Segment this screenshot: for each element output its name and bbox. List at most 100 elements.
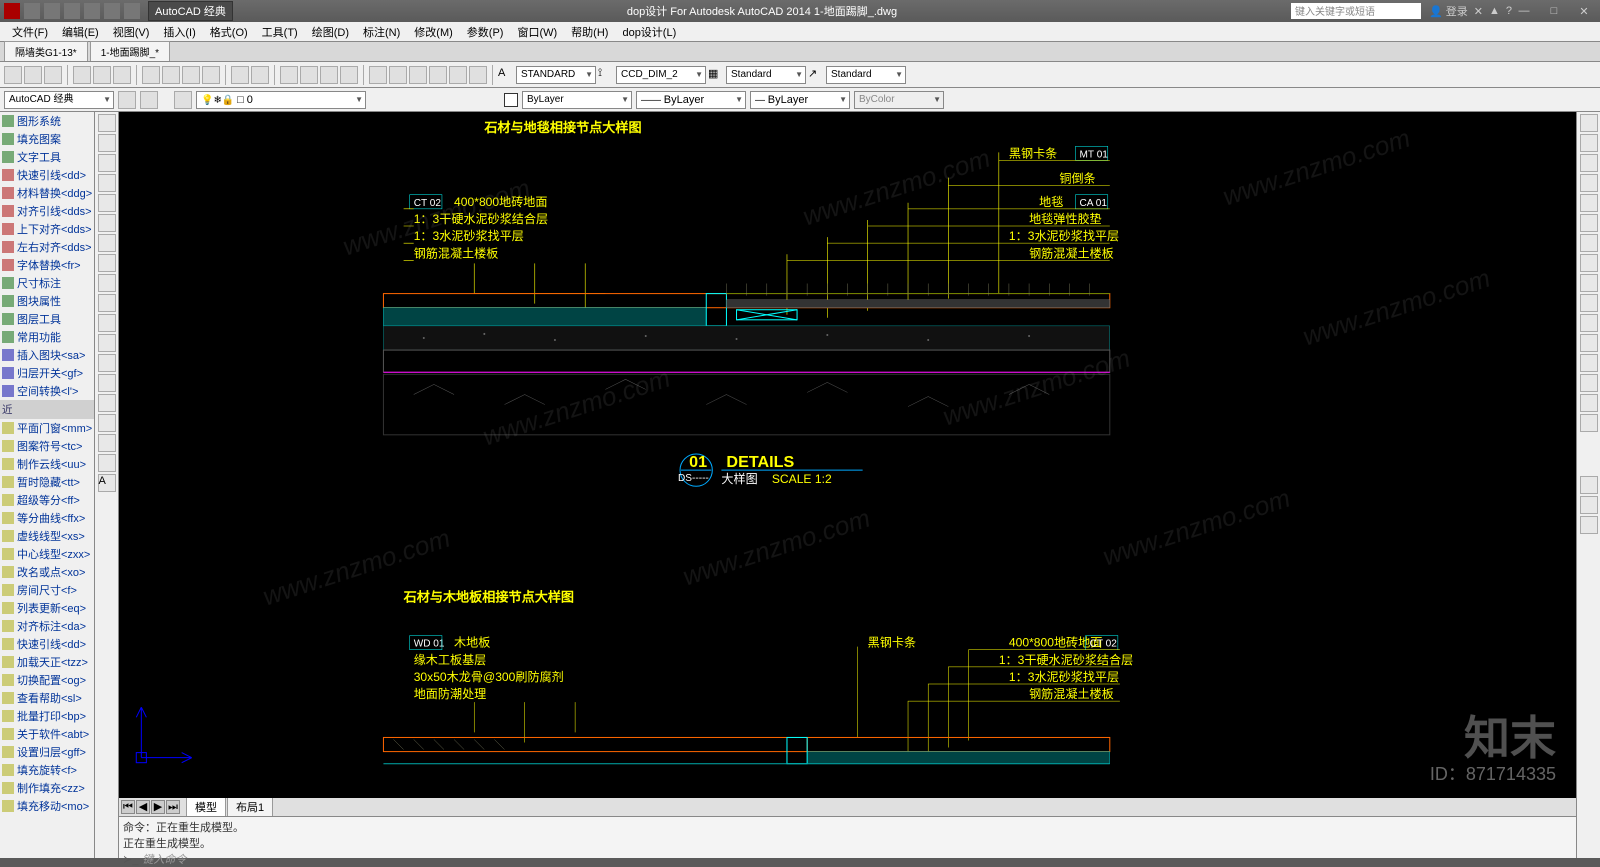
menu-view[interactable]: 视图(V) [107, 22, 156, 42]
ws-gear-icon[interactable] [140, 91, 158, 109]
dist-icon[interactable] [1580, 476, 1598, 494]
command-line[interactable]: 命令：正在重生成模型。 正在重生成模型。 ≻_键入命令 [119, 816, 1576, 858]
qat-new-icon[interactable] [24, 3, 40, 19]
circle-icon[interactable] [98, 234, 116, 252]
doc-tab-0[interactable]: 隔墙类G1-13* [4, 41, 88, 61]
list-icon[interactable] [1580, 516, 1598, 534]
point-icon[interactable] [98, 374, 116, 392]
side-item[interactable]: 对齐引线<dds> [17, 203, 92, 219]
side-item[interactable]: 上下对齐<dds> [17, 221, 92, 237]
arc-icon[interactable] [98, 214, 116, 232]
match-icon[interactable] [202, 66, 220, 84]
stretch-icon[interactable] [1580, 274, 1598, 292]
extend-icon[interactable] [1580, 314, 1598, 332]
paste-icon[interactable] [182, 66, 200, 84]
side-item[interactable]: 中心线型<zxx> [17, 546, 90, 562]
side-item[interactable]: 尺寸标注 [17, 275, 61, 291]
mtext-icon[interactable]: A [98, 474, 116, 492]
insert-icon[interactable] [98, 334, 116, 352]
tab-prev-icon[interactable]: ◀ [136, 800, 150, 814]
side-item[interactable]: 改名或点<xo> [17, 564, 85, 580]
color-combo[interactable]: ByLayer [522, 91, 632, 109]
calc-icon[interactable] [469, 66, 487, 84]
side-item[interactable]: 切换配置<og> [17, 672, 86, 688]
menu-param[interactable]: 参数(P) [461, 22, 510, 42]
text-style-combo[interactable]: STANDARD [516, 66, 596, 84]
drawing-canvas[interactable]: 石材与地毯相接节点大样图 CT 02 400*800地砖地面 1：3干硬水泥砂浆… [119, 112, 1576, 798]
side-item[interactable]: 图块属性 [17, 293, 61, 309]
chamfer-icon[interactable] [1580, 374, 1598, 392]
side-item[interactable]: 列表更新<eq> [17, 600, 86, 616]
side-item[interactable]: 关于软件<abt> [17, 726, 89, 742]
side-item[interactable]: 平面门窗<mm> [17, 420, 92, 436]
side-item[interactable]: 填充图案 [17, 131, 61, 147]
tab-first-icon[interactable]: ⏮ [121, 800, 135, 814]
side-item[interactable]: 图层工具 [17, 311, 61, 327]
zoom-icon[interactable] [300, 66, 318, 84]
menu-format[interactable]: 格式(O) [204, 22, 254, 42]
block-icon[interactable] [98, 354, 116, 372]
workspace-selector[interactable]: AutoCAD 经典 [148, 1, 233, 21]
save-icon[interactable] [44, 66, 62, 84]
side-item[interactable]: 等分曲线<ffx> [17, 510, 85, 526]
side-item[interactable]: 设置归层<gff> [17, 744, 86, 760]
menu-tools[interactable]: 工具(T) [256, 22, 304, 42]
side-item[interactable]: 图案符号<tc> [17, 438, 82, 454]
side-item[interactable]: 归层开关<gf> [17, 365, 83, 381]
maximize-button[interactable]: □ [1542, 5, 1566, 17]
side-item[interactable]: 材料替换<ddg> [17, 185, 92, 201]
cut-icon[interactable] [142, 66, 160, 84]
explode-icon[interactable] [1580, 414, 1598, 432]
qat-print-icon[interactable] [124, 3, 140, 19]
linetype-combo[interactable]: —— ByLayer [636, 91, 746, 109]
tab-last-icon[interactable]: ⏭ [166, 800, 180, 814]
side-item[interactable]: 制作填充<zz> [17, 780, 85, 796]
menu-draw[interactable]: 绘图(D) [306, 22, 355, 42]
menu-window[interactable]: 窗口(W) [511, 22, 563, 42]
break-icon[interactable] [1580, 334, 1598, 352]
xline-icon[interactable] [98, 134, 116, 152]
publish-icon[interactable] [113, 66, 131, 84]
rotate-icon[interactable] [1580, 234, 1598, 252]
ws-settings-icon[interactable] [118, 91, 136, 109]
side-item[interactable]: 查看帮助<sl> [17, 690, 82, 706]
tab-model[interactable]: 模型 [186, 797, 226, 817]
side-item[interactable]: 制作云线<uu> [17, 456, 86, 472]
markup-icon[interactable] [449, 66, 467, 84]
side-item[interactable]: 对齐标注<da> [17, 618, 86, 634]
side-item[interactable]: 快速引线<dd> [17, 167, 86, 183]
qat-save-icon[interactable] [64, 3, 80, 19]
exchange-icon[interactable]: ✕ [1474, 5, 1483, 18]
side-item[interactable]: 字体替换<fr> [17, 257, 81, 273]
region-icon[interactable] [98, 434, 116, 452]
fillet-icon[interactable] [1580, 394, 1598, 412]
move-icon[interactable] [1580, 214, 1598, 232]
side-item[interactable]: 房间尺寸<f> [17, 582, 77, 598]
qat-open-icon[interactable] [44, 3, 60, 19]
gradient-icon[interactable] [98, 414, 116, 432]
menu-file[interactable]: 文件(F) [6, 22, 54, 42]
login-button[interactable]: 👤 登录 [1429, 3, 1468, 19]
mirror-icon[interactable] [1580, 154, 1598, 172]
pan-icon[interactable] [280, 66, 298, 84]
props-icon[interactable] [369, 66, 387, 84]
offset-icon[interactable] [1580, 174, 1598, 192]
tab-layout1[interactable]: 布局1 [227, 797, 273, 817]
sheet-set-icon[interactable] [429, 66, 447, 84]
tab-next-icon[interactable]: ▶ [151, 800, 165, 814]
new-icon[interactable] [4, 66, 22, 84]
mleader-style-combo[interactable]: Standard [826, 66, 906, 84]
tool-palette-icon[interactable] [409, 66, 427, 84]
dim-style-combo[interactable]: CCD_DIM_2 [616, 66, 706, 84]
spline-icon[interactable] [98, 274, 116, 292]
minimize-button[interactable]: — [1512, 5, 1536, 17]
rectangle-icon[interactable] [98, 194, 116, 212]
zoom-prev-icon[interactable] [340, 66, 358, 84]
array-icon[interactable] [1580, 194, 1598, 212]
menu-help[interactable]: 帮助(H) [565, 22, 614, 42]
side-item[interactable]: 批量打印<bp> [17, 708, 86, 724]
side-item[interactable]: 加载天正<tzz> [17, 654, 88, 670]
ellipse-arc-icon[interactable] [98, 314, 116, 332]
hatch-icon[interactable] [98, 394, 116, 412]
revcloud-icon[interactable] [98, 254, 116, 272]
